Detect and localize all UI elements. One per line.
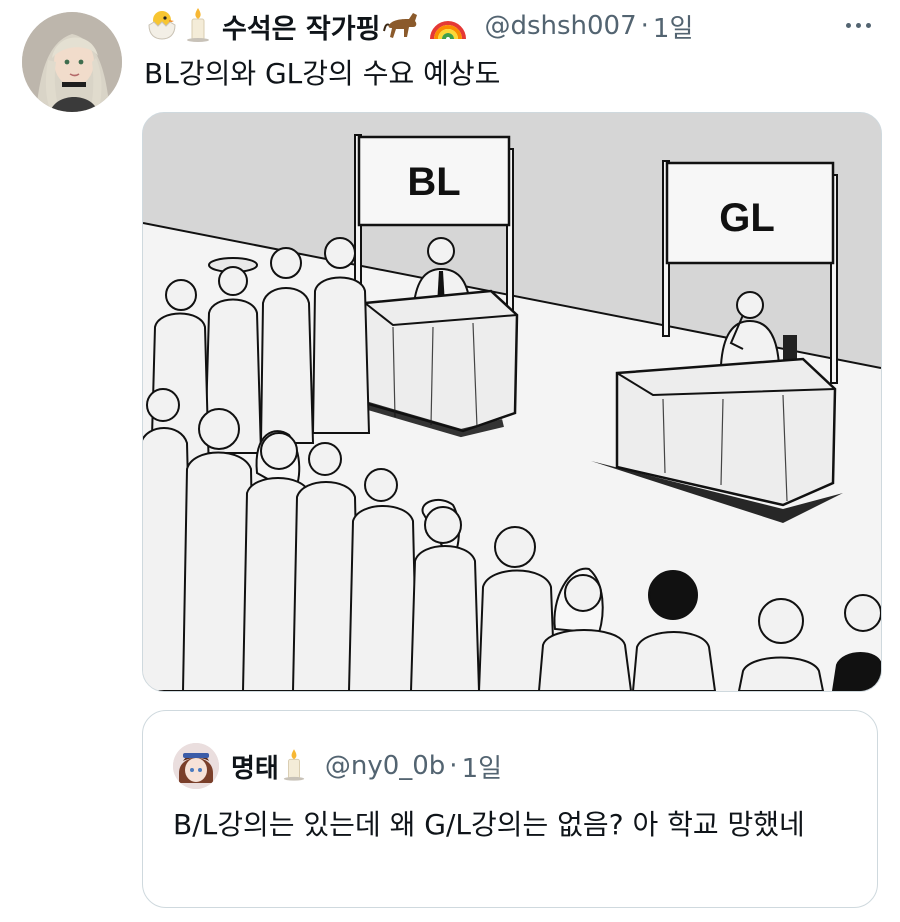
- quoted-tweet-card[interactable]: 명태 @ny0_0b · 1일 B/L강의는 있는데 왜 G/L강의는 없음? …: [142, 710, 878, 908]
- hatching-chick-emoji: [145, 7, 179, 45]
- tweet-timestamp[interactable]: 1일: [653, 8, 693, 45]
- quoted-tweet-timestamp[interactable]: 1일: [462, 748, 502, 785]
- more-options-icon[interactable]: [838, 14, 878, 36]
- quoted-author-name[interactable]: 명태: [231, 748, 279, 785]
- author-name[interactable]: 수석은 작가핑: [222, 7, 380, 46]
- quoted-author-handle[interactable]: @ny0_0b: [325, 751, 445, 781]
- quoted-tweet-text: B/L강의는 있는데 왜 G/L강의는 없음? 아 학교 망했네: [173, 808, 805, 841]
- quoted-author-avatar[interactable]: [173, 743, 219, 789]
- author-handle[interactable]: @dshsh007: [484, 11, 636, 41]
- gl-sign-text: GL: [719, 196, 775, 240]
- candle-emoji: [282, 747, 306, 785]
- separator-dot: ·: [640, 11, 649, 41]
- horse-emoji: [383, 7, 423, 45]
- candle-emoji: [185, 6, 211, 46]
- author-avatar[interactable]: [22, 12, 122, 112]
- quoted-tweet-header: 명태 @ny0_0b · 1일: [231, 743, 502, 789]
- tweet-media-image[interactable]: BL GL: [142, 112, 882, 692]
- separator-dot: ·: [449, 751, 458, 781]
- tweet-text: BL강의와 GL강의 수요 예상도: [144, 57, 501, 90]
- bl-sign-text: BL: [407, 160, 460, 204]
- tweet-header: 수석은 작가핑 @dshsh007 · 1일: [142, 4, 880, 48]
- rainbow-emoji: [429, 7, 467, 45]
